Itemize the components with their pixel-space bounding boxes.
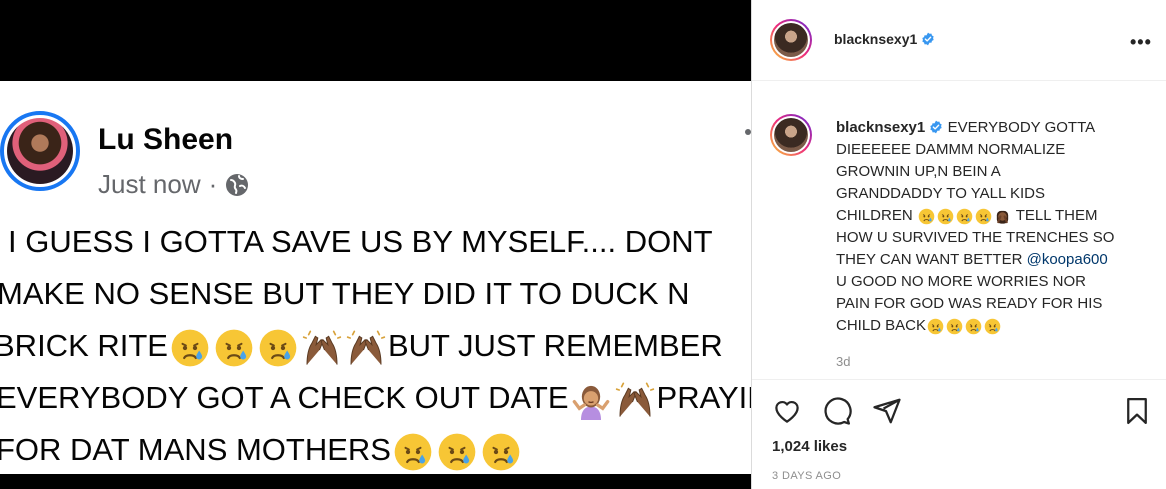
caption-line-9: PAIN FOR GOD WAS READY FOR HIS: [836, 295, 1103, 312]
shrug-woman-emoji: [571, 380, 611, 420]
more-options-button[interactable]: •••: [1130, 32, 1152, 53]
post-header: blacknsexy1 •••: [752, 0, 1166, 81]
sad-relieved-emoji: [984, 318, 1001, 335]
caption-line-8: U GOOD NO MORE WORRIES NOR: [836, 273, 1087, 290]
post-media[interactable]: Lu Sheen Just now · I GUESS I GOTTA SAVE…: [0, 0, 751, 489]
post-line-1: I GUESS I GOTTA SAVE US BY MYSELF.... DO…: [8, 224, 713, 259]
emoji-group: [569, 380, 657, 420]
sad-relieved-emoji: [965, 318, 982, 335]
comment-icon[interactable]: [822, 396, 852, 426]
heart-icon[interactable]: [772, 396, 802, 426]
post-line-4: EVERYBODY GOT A CHECK OUT DATE PRAYIN: [0, 372, 751, 424]
globe-icon: [226, 173, 249, 196]
caption-time[interactable]: 3d: [836, 354, 850, 369]
post-sidebar: blacknsexy1 ••• blacknsexy1 EVERYBODY GO…: [751, 0, 1166, 489]
post-line-4-text: EVERYBODY GOT A CHECK OUT DATE: [0, 380, 569, 415]
post-line-5: FOR DAT MANS MOTHERS: [0, 424, 751, 474]
verified-badge-icon: [922, 32, 934, 46]
post-line-5-text: FOR DAT MANS MOTHERS: [0, 432, 391, 467]
post-date[interactable]: 3 DAYS AGO: [772, 470, 841, 482]
bookmark-icon[interactable]: [1122, 396, 1152, 426]
verified-badge-icon: [930, 120, 943, 134]
post-actions: 1,024 likes 3 DAYS AGO: [752, 379, 1166, 489]
caption-text-7: THEY CAN WANT BETTER: [836, 251, 1023, 268]
emoji-group: [168, 328, 388, 367]
caption-text-1: EVERYBODY GOTTA: [947, 119, 1096, 136]
sad-relieved-emoji: [918, 208, 935, 225]
share-icon[interactable]: [872, 396, 902, 426]
emoji-group: [917, 207, 1012, 224]
sad-relieved-emoji: [170, 328, 210, 368]
caption-line-6: HOW U SURVIVED THE TRENCHES SO: [836, 229, 1115, 246]
likes-count[interactable]: 1,024 likes: [772, 438, 847, 455]
facebook-post-screenshot: Lu Sheen Just now · I GUESS I GOTTA SAVE…: [0, 81, 751, 474]
header-username-row: blacknsexy1: [834, 31, 935, 47]
facebook-post-text: I GUESS I GOTTA SAVE US BY MYSELF.... DO…: [0, 216, 751, 474]
post-line-3-after: BUT JUST REMEMBER: [387, 328, 723, 363]
face-hands-emoji: [994, 208, 1011, 225]
header-username[interactable]: blacknsexy1: [834, 31, 917, 47]
post-line-3-text: BRICK RITE: [0, 328, 168, 363]
sad-relieved-emoji: [214, 328, 254, 368]
caption-mention-link[interactable]: @koopa600: [1027, 251, 1108, 268]
caption-line-10: CHILD BACK: [836, 315, 1136, 337]
caption-text-10: CHILD BACK: [836, 317, 927, 334]
header-avatar[interactable]: [770, 19, 812, 61]
facebook-timestamp: Just now ·: [98, 169, 249, 200]
sad-relieved-emoji: [946, 318, 963, 335]
sad-relieved-emoji: [437, 432, 477, 472]
sad-relieved-emoji: [393, 432, 433, 472]
caption-line-4: GRANDDADDY TO YALL KIDS: [836, 185, 1045, 202]
sad-relieved-emoji: [956, 208, 973, 225]
caption-line-1: blacknsexy1 EVERYBODY GOTTA: [836, 117, 1136, 139]
raised-hands-emoji: [302, 328, 342, 368]
sad-relieved-emoji: [481, 432, 521, 472]
sad-relieved-emoji: [927, 318, 944, 335]
caption-username[interactable]: blacknsexy1: [836, 119, 925, 136]
caption-text-5-after: TELL THEM: [1015, 207, 1098, 224]
post-line-3: BRICK RITE BUT JUST REMEMBER: [0, 320, 751, 372]
caption-line-5: CHILDREN TELL THEM: [836, 205, 1136, 227]
sad-relieved-emoji: [937, 208, 954, 225]
sad-relieved-emoji: [975, 208, 992, 225]
facebook-separator: ·: [208, 169, 218, 199]
post-line-4-after: PRAYIN: [656, 380, 751, 415]
facebook-time-text: Just now: [98, 169, 201, 199]
emoji-group: [926, 317, 1002, 334]
facebook-avatar: [0, 111, 80, 191]
emoji-group: [391, 432, 523, 471]
post-caption: blacknsexy1 EVERYBODY GOTTA DIEEEEEE DAM…: [836, 117, 1136, 337]
caption-text-5: CHILDREN: [836, 207, 913, 224]
caption-avatar[interactable]: [770, 114, 812, 156]
raised-hands-emoji: [615, 380, 655, 420]
facebook-author-name: Lu Sheen: [98, 123, 234, 156]
raised-hands-emoji: [346, 328, 386, 368]
sad-relieved-emoji: [258, 328, 298, 368]
caption-line-7: THEY CAN WANT BETTER @koopa600: [836, 249, 1136, 271]
caption-line-3: GROWNIN UP,N BEIN A: [836, 163, 1001, 180]
caption-line-2: DIEEEEEE DAMMM NORMALIZE: [836, 141, 1066, 158]
post-line-2: MAKE NO SENSE BUT THEY DID IT TO DUCK N: [0, 276, 690, 311]
